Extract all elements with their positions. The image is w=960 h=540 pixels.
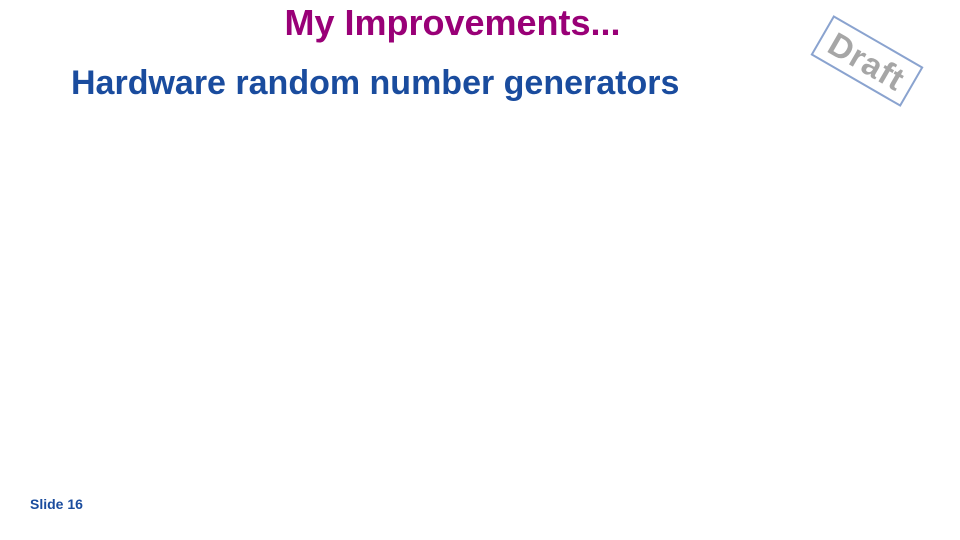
slide-number: Slide 16 <box>30 496 83 512</box>
slide-title: My Improvements... <box>284 2 621 43</box>
slide-subtitle: Hardware random number generators <box>71 64 680 102</box>
